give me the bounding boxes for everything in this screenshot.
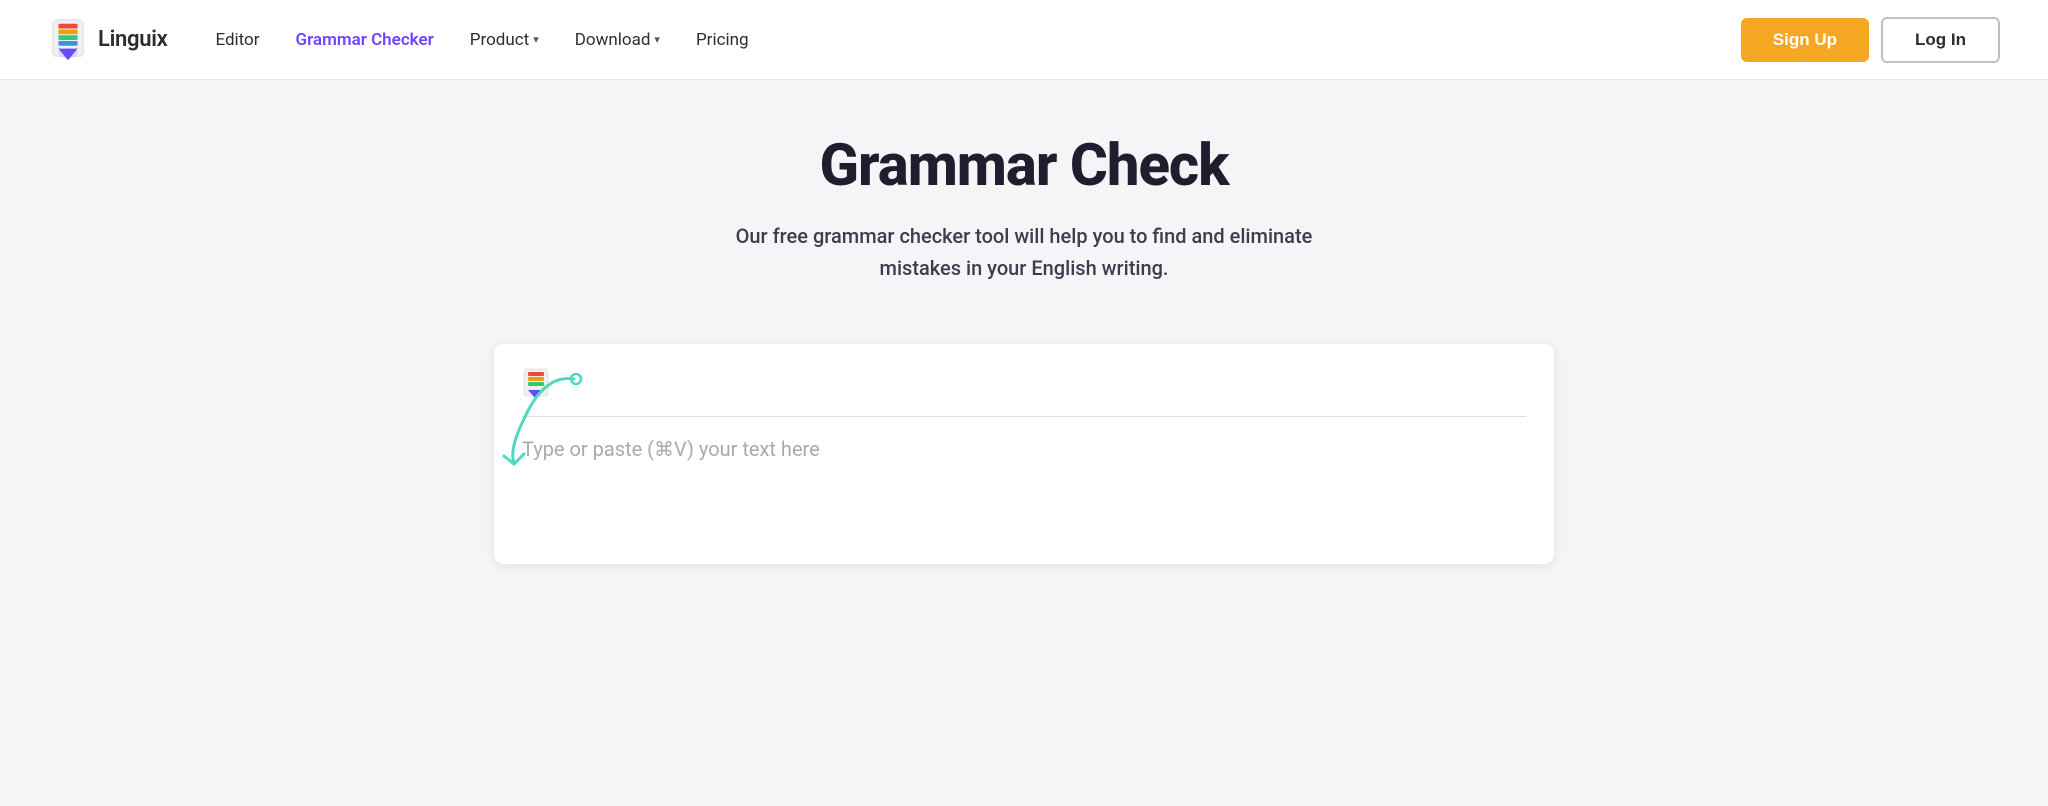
download-chevron-icon: ▾ — [654, 33, 660, 46]
hero-title: Grammar Check — [820, 132, 1229, 200]
signup-button[interactable]: Sign Up — [1741, 18, 1869, 62]
arrow-decoration — [484, 364, 604, 474]
editor-text-input[interactable]: Type or paste (⌘V) your text here — [522, 417, 1526, 537]
logo-icon — [48, 18, 88, 62]
editor-wrapper: Type or paste (⌘V) your text here — [0, 344, 2048, 564]
login-button[interactable]: Log In — [1881, 17, 2000, 63]
nav-download[interactable]: Download ▾ — [575, 30, 660, 50]
nav-pricing[interactable]: Pricing — [696, 30, 749, 50]
hero-section: Grammar Check Our free grammar checker t… — [0, 80, 2048, 316]
hero-subtitle: Our free grammar checker tool will help … — [724, 220, 1324, 284]
nav-links: Editor Grammar Checker Product ▾ Downloa… — [215, 30, 1740, 50]
nav-product[interactable]: Product ▾ — [470, 30, 539, 50]
brand-name: Linguix — [98, 27, 167, 52]
nav-grammar-checker[interactable]: Grammar Checker — [296, 30, 434, 50]
navbar-actions: Sign Up Log In — [1741, 17, 2000, 63]
logo-link[interactable]: Linguix — [48, 18, 167, 62]
navbar: Linguix Editor Grammar Checker Product ▾… — [0, 0, 2048, 80]
product-chevron-icon: ▾ — [533, 33, 539, 46]
nav-editor[interactable]: Editor — [215, 30, 259, 50]
editor-topbar — [522, 368, 1526, 400]
editor-container: Type or paste (⌘V) your text here — [494, 344, 1554, 564]
